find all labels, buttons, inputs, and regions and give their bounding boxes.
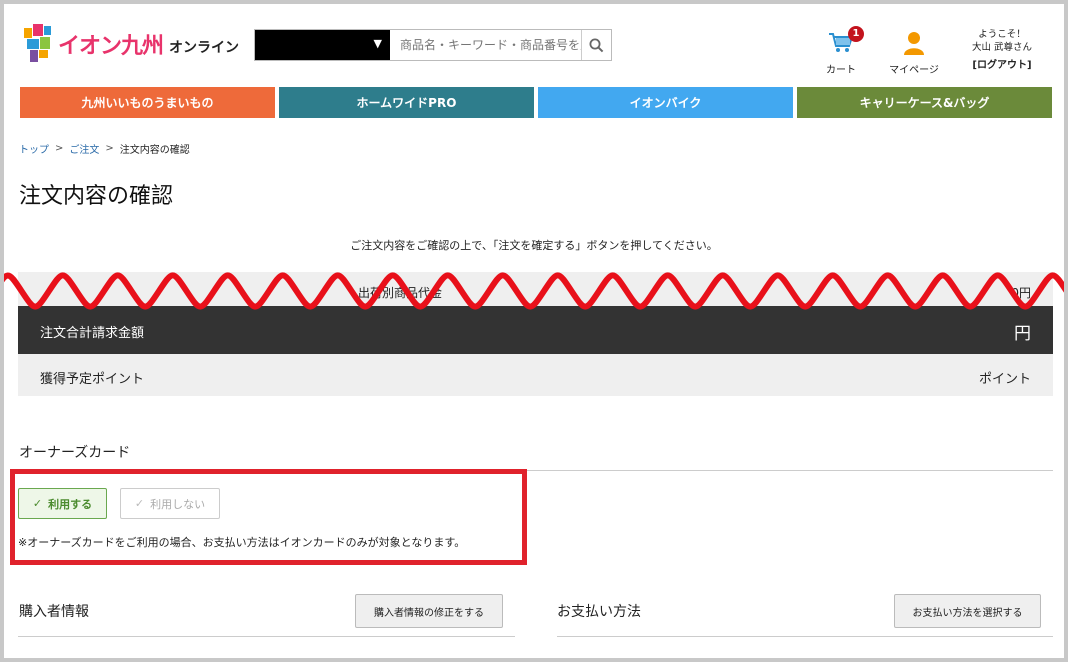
nav-item-carrycase[interactable]: キャリーケース&バッグ	[797, 87, 1052, 118]
select-payment-button[interactable]: お支払い方法を選択する	[894, 594, 1041, 628]
logo-mark-icon	[24, 24, 52, 64]
logo-text: イオン九州	[58, 34, 164, 59]
divider	[557, 636, 1053, 637]
breadcrumb: トップ > ご注文 > 注文内容の確認	[19, 141, 190, 156]
page-frame: イオン九州 オンライン ▼ 1 カート	[0, 0, 1068, 662]
owners-card-heading: オーナーズカード	[19, 445, 131, 461]
logo-sub: オンライン	[169, 40, 240, 56]
divider	[18, 636, 515, 637]
points-label: 獲得予定ポイント	[40, 372, 145, 387]
user-name: 大山 武尊さん	[971, 42, 1033, 53]
user-greeting: ようこそ！ 大山 武尊さん [ログアウト]	[962, 28, 1042, 72]
caret-down-icon: ▼	[373, 37, 382, 50]
nav-item-kyushu[interactable]: 九州いいものうまいもの	[20, 87, 275, 118]
points-value: ポイント	[978, 372, 1031, 387]
payment-heading: お支払い方法	[557, 604, 641, 620]
search-button[interactable]	[581, 30, 611, 60]
cart-link[interactable]: 1 カート	[808, 26, 874, 76]
edit-buyer-info-button[interactable]: 購入者情報の修正をする	[355, 594, 503, 628]
chevron-right-icon: >	[105, 143, 114, 154]
breadcrumb-current: 注文内容の確認	[119, 145, 190, 156]
site-logo[interactable]: イオン九州 オンライン	[24, 20, 254, 68]
user-icon	[904, 32, 924, 55]
cart-count-badge: 1	[848, 26, 864, 42]
points-row: 獲得予定ポイント ポイント	[18, 354, 1053, 396]
search-category-select[interactable]: ▼	[255, 30, 390, 60]
cart-label: カート	[826, 65, 856, 76]
intro-text: ご注文内容をご確認の上で、「注文を確定する」ボタンを押してください。	[350, 239, 718, 252]
buyer-info-heading: 購入者情報	[19, 604, 89, 620]
order-total-value: 円	[1014, 324, 1031, 344]
mypage-link[interactable]: マイページ	[881, 28, 947, 76]
mypage-label: マイページ	[889, 65, 939, 76]
nav-item-aeonbike[interactable]: イオンバイク	[538, 87, 793, 118]
search-input[interactable]	[390, 30, 581, 60]
search-icon	[589, 38, 604, 52]
nav-item-homewide[interactable]: ホームワイドPRO	[279, 87, 534, 118]
breadcrumb-order[interactable]: ご注文	[69, 141, 99, 156]
torn-edge-wave	[4, 272, 1064, 310]
logout-link[interactable]: [ログアウト]	[962, 59, 1042, 72]
category-nav: 九州いいものうまいもの ホームワイドPRO イオンバイク キャリーケース&バッグ	[20, 87, 1052, 118]
order-total-label: 注文合計請求金額	[40, 326, 145, 341]
page-title: 注文内容の確認	[19, 184, 174, 209]
greeting-text: ようこそ！	[978, 29, 1026, 40]
breadcrumb-top[interactable]: トップ	[19, 141, 49, 156]
chevron-right-icon: >	[55, 143, 64, 154]
highlight-box	[10, 469, 527, 565]
search-bar: ▼	[254, 29, 612, 61]
